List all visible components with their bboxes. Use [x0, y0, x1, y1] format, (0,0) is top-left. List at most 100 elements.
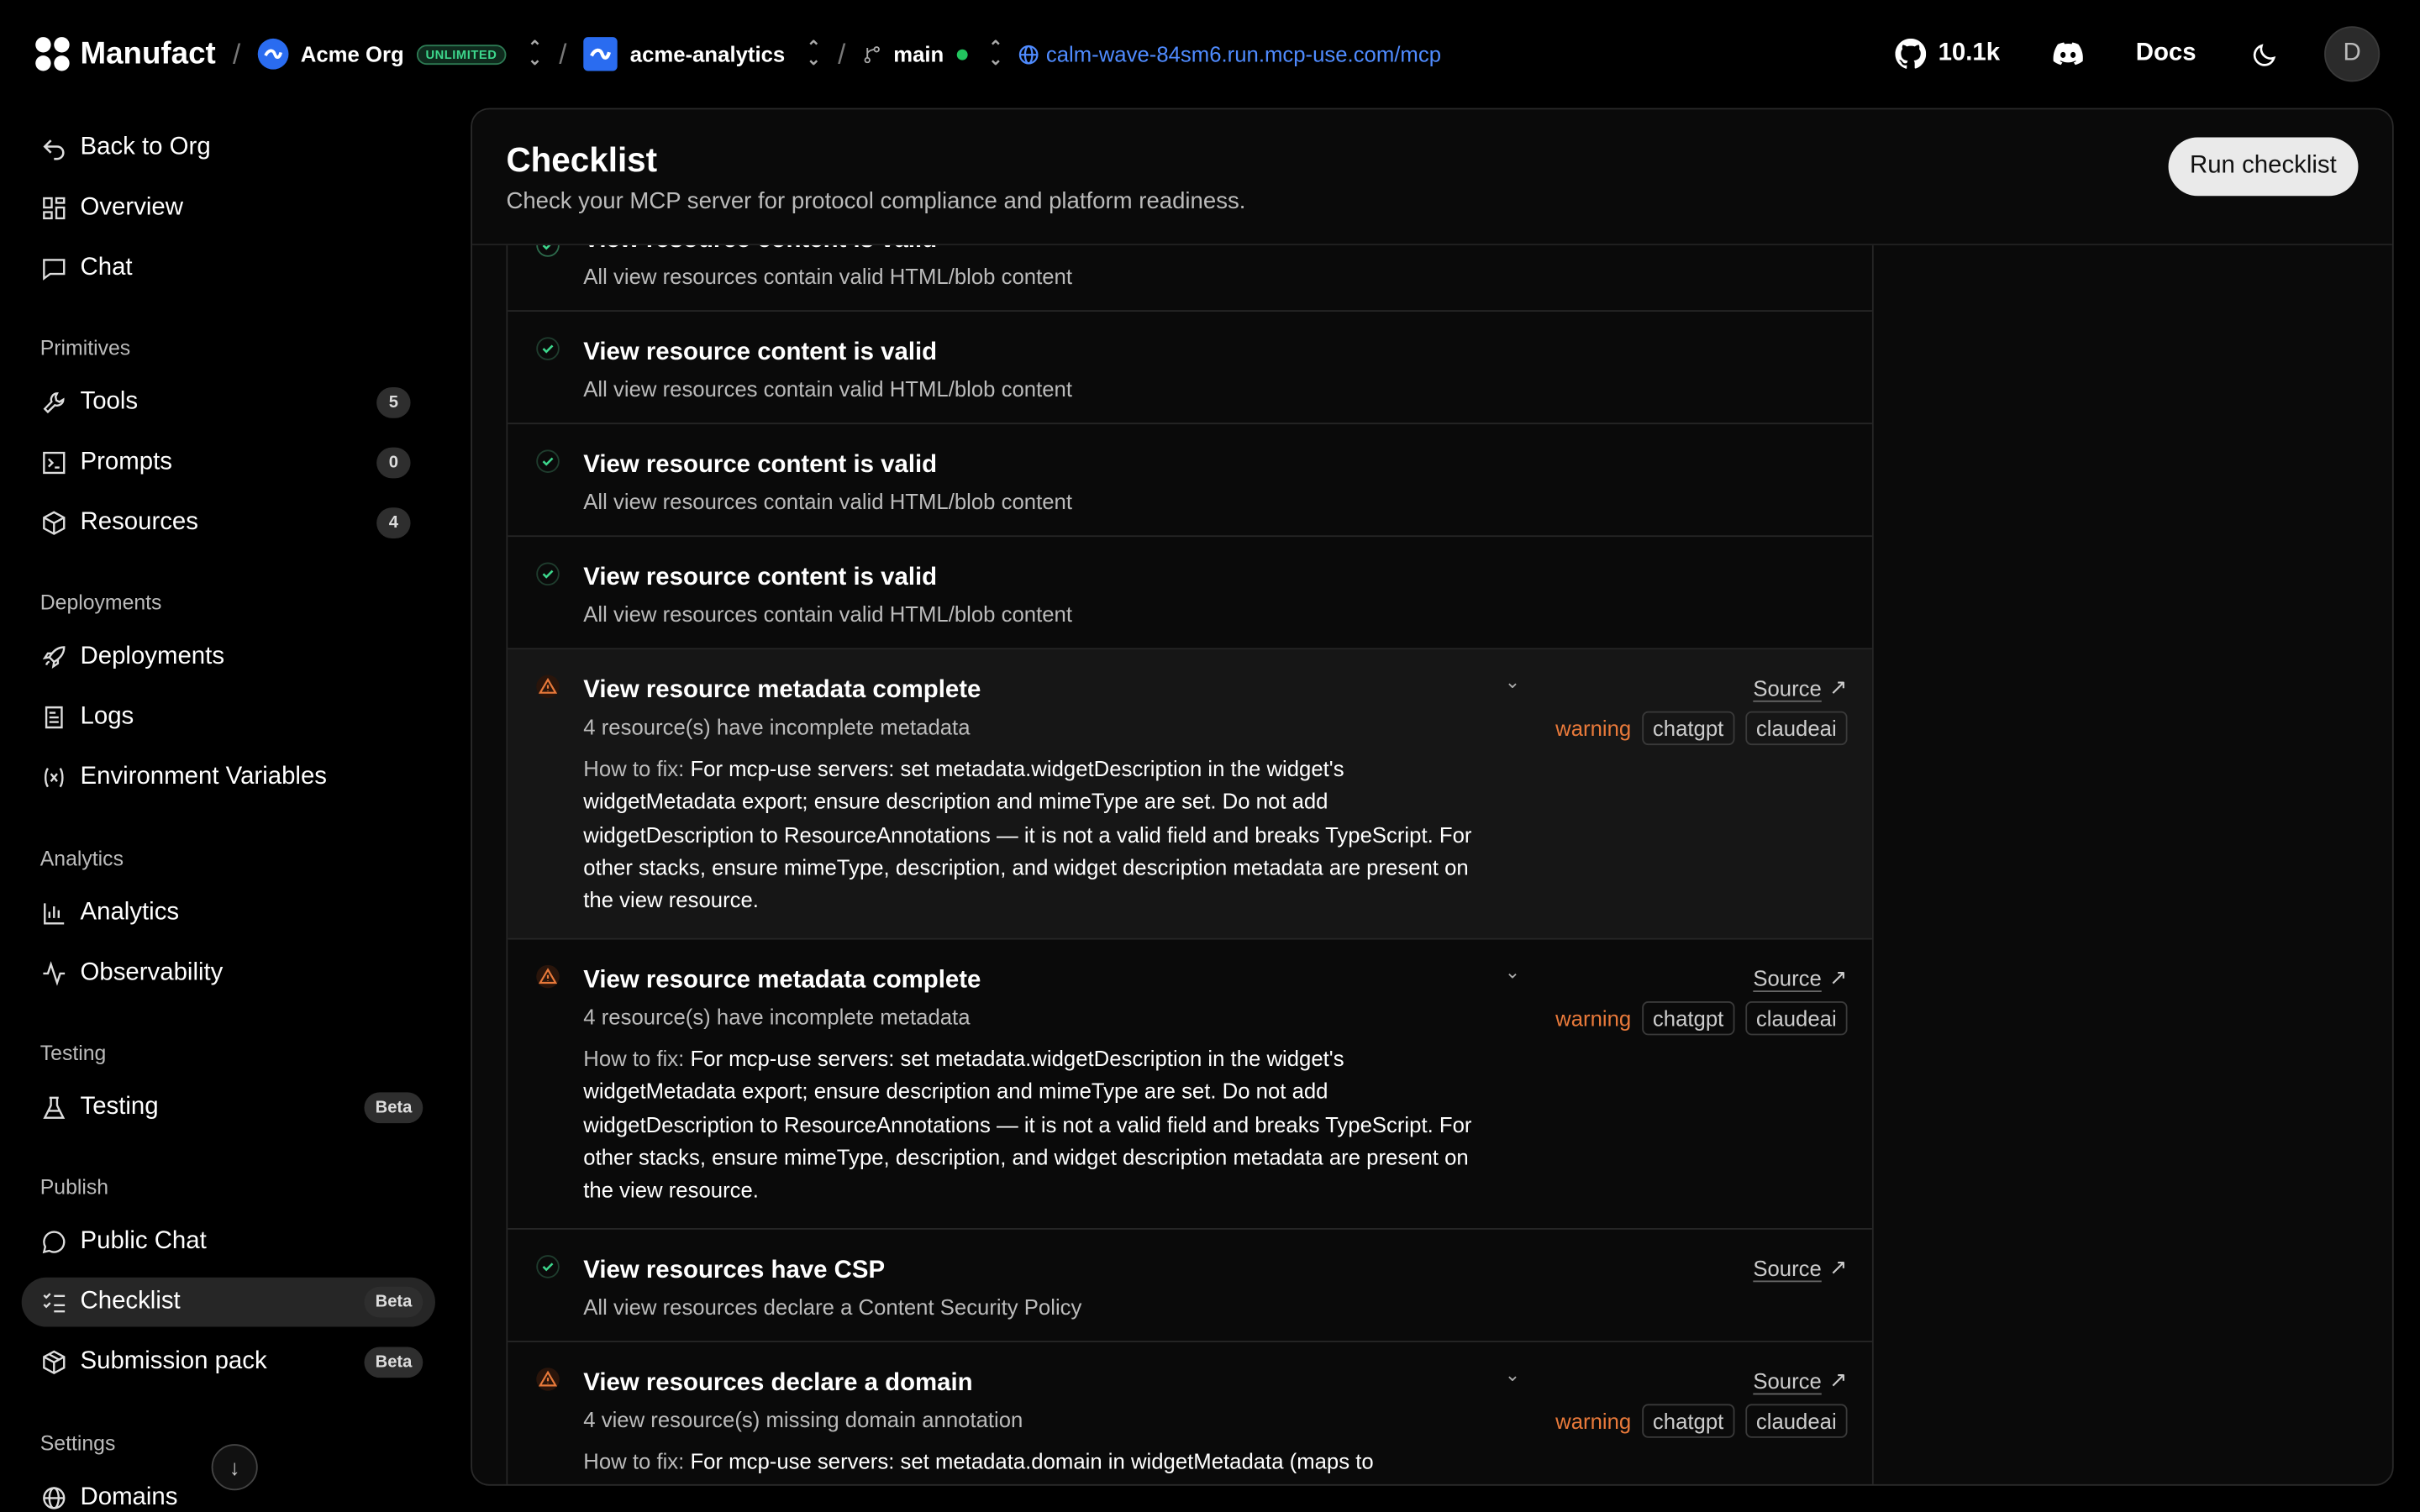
beta-badge: Beta — [364, 1092, 424, 1124]
check-title: View resources declare a domain — [583, 1369, 973, 1397]
sidebar-item-deployments[interactable]: Deployments — [22, 633, 435, 682]
check-row[interactable]: View resources have CSP All view resourc… — [508, 1230, 1872, 1342]
how-to-fix-label: How to fix: — [583, 1046, 685, 1071]
sidebar-item-label: Overview — [80, 194, 183, 221]
docs-link[interactable]: Docs — [2136, 40, 2196, 68]
variable-icon — [40, 764, 68, 791]
sidebar-item-label: Checklist — [80, 1288, 181, 1315]
theme-toggle[interactable] — [2252, 41, 2278, 67]
sidebar-item-public-chat[interactable]: Public Chat — [22, 1217, 435, 1267]
sidebar-item-testing[interactable]: Testing Beta — [22, 1083, 435, 1132]
how-to-fix-label: How to fix: — [583, 1448, 685, 1474]
check-pass-icon — [535, 336, 560, 360]
check-row[interactable]: View resource content is valid All view … — [508, 424, 1872, 538]
how-to-fix-text: For mcp-use servers: set metadata.widget… — [583, 755, 1472, 912]
activity-icon — [40, 959, 68, 987]
chevron-updown-icon: ⌃ ⌄ — [988, 38, 1003, 70]
how-to-fix: How to fix: For mcp-use servers: set met… — [583, 1446, 1478, 1478]
server-url-link[interactable]: calm-wave-84sm6.run.mcp-use.com/mcp — [1018, 42, 1441, 66]
platform-tag: chatgpt — [1642, 1404, 1735, 1438]
source-link[interactable]: Source ↗ — [1753, 1254, 1847, 1280]
discord-link[interactable] — [2053, 42, 2084, 66]
check-description: All view resources contain valid HTML/bl… — [583, 376, 1072, 402]
sidebar-item-resources[interactable]: Resources 4 — [22, 498, 435, 548]
page-subtitle: Check your MCP server for protocol compl… — [506, 188, 1246, 215]
warning-triangle-icon — [535, 964, 560, 989]
sidebar-item-environment-variables[interactable]: Environment Variables — [22, 753, 435, 802]
github-link[interactable]: 10.1k — [1895, 38, 2001, 70]
globe-icon — [1018, 44, 1039, 64]
sidebar: Back to Org Overview Chat Primitives Too… — [0, 118, 457, 1512]
org-switcher[interactable]: Acme Org UNLIMITED ⌃ ⌄ — [257, 38, 543, 70]
rocket-icon — [40, 643, 68, 671]
sidebar-item-label: Testing — [80, 1094, 159, 1121]
check-pass-icon — [535, 562, 560, 586]
chevron-updown-icon: ⌃ ⌄ — [528, 38, 543, 70]
section-label-deployments: Deployments — [39, 591, 162, 615]
check-row[interactable]: View resources declare a domain 4 view r… — [508, 1342, 1872, 1484]
sidebar-item-label: Submission pack — [80, 1348, 267, 1375]
project-switcher[interactable]: acme-analytics ⌃ ⌄ — [583, 37, 821, 71]
source-link[interactable]: Source ↗ — [1753, 675, 1847, 701]
source-link[interactable]: Source ↗ — [1753, 1367, 1847, 1393]
source-label: Source — [1753, 964, 1822, 990]
external-link-icon: ↗ — [1828, 1367, 1848, 1392]
sidebar-item-tools[interactable]: Tools 5 — [22, 378, 435, 428]
chevron-down-icon[interactable]: ⌄ — [1505, 671, 1520, 693]
check-title: View resource content is valid — [583, 564, 938, 591]
check-row[interactable]: View resource content is valid All view … — [508, 245, 1872, 312]
section-label-testing: Testing — [39, 1041, 107, 1065]
cube-icon — [40, 509, 68, 537]
severity-label: warning — [1555, 716, 1632, 741]
external-link-icon: ↗ — [1828, 1254, 1848, 1279]
chevron-down-icon[interactable]: ⌄ — [1505, 1364, 1520, 1386]
breadcrumb-separator: / — [838, 37, 846, 69]
project-logo-icon — [583, 37, 618, 71]
check-pass-icon — [535, 1254, 560, 1278]
check-row[interactable]: View resource content is valid All view … — [508, 312, 1872, 425]
org-name: Acme Org — [300, 41, 404, 66]
scroll-down-button[interactable]: ↓ — [211, 1444, 258, 1491]
sidebar-item-analytics[interactable]: Analytics — [22, 889, 435, 938]
sidebar-item-prompts[interactable]: Prompts 0 — [22, 438, 435, 488]
org-logo-icon — [257, 38, 289, 70]
chat-icon — [40, 255, 68, 282]
flask-icon — [40, 1094, 68, 1121]
check-row[interactable]: View resource content is valid All view … — [508, 537, 1872, 650]
external-link-icon: ↗ — [1828, 674, 1848, 700]
severity-label: warning — [1555, 1408, 1632, 1434]
chevron-down-icon[interactable]: ⌄ — [1505, 961, 1520, 983]
check-tags: warning chatgpt claudeai — [1555, 1001, 1848, 1036]
sidebar-item-label: Environment Variables — [80, 764, 327, 790]
package-icon — [40, 1348, 68, 1376]
checklist-panel: Checklist Check your MCP server for prot… — [471, 108, 2394, 1486]
check-title: View resource metadata complete — [583, 677, 981, 704]
sidebar-item-label: Prompts — [80, 449, 172, 475]
avatar[interactable]: D — [2324, 26, 2381, 82]
brand[interactable]: Manufact — [34, 35, 216, 72]
github-icon — [1895, 38, 1926, 69]
branch-status-dot — [955, 48, 967, 60]
breadcrumb-separator: / — [559, 37, 567, 69]
section-label-settings: Settings — [39, 1431, 116, 1456]
wrench-icon — [40, 389, 68, 417]
sidebar-item-back-to-org[interactable]: Back to Org — [22, 123, 435, 173]
how-to-fix: How to fix: For mcp-use servers: set met… — [583, 1043, 1478, 1208]
check-description: 4 resource(s) have incomplete metadata — [583, 714, 971, 739]
run-checklist-button[interactable]: Run checklist — [2168, 137, 2359, 197]
sidebar-item-chat[interactable]: Chat — [22, 244, 435, 293]
check-row[interactable]: View resource metadata complete 4 resour… — [508, 940, 1872, 1230]
sidebar-item-observability[interactable]: Observability — [22, 949, 435, 999]
sidebar-item-logs[interactable]: Logs — [22, 693, 435, 743]
sidebar-item-overview[interactable]: Overview — [22, 184, 435, 234]
sidebar-item-submission-pack[interactable]: Submission pack Beta — [22, 1337, 435, 1387]
branch-switcher[interactable]: main ⌃ ⌄ — [862, 38, 1003, 70]
platform-tag: chatgpt — [1642, 1001, 1735, 1036]
docs-label: Docs — [2135, 39, 2196, 66]
sidebar-item-checklist[interactable]: Checklist Beta — [21, 1277, 435, 1327]
check-row[interactable]: View resource metadata complete 4 resour… — [508, 649, 1872, 940]
source-link[interactable]: Source ↗ — [1753, 964, 1847, 990]
github-stars: 10.1k — [1938, 39, 2001, 66]
server-url: calm-wave-84sm6.run.mcp-use.com/mcp — [1045, 41, 1442, 66]
branch-name: main — [893, 41, 944, 66]
